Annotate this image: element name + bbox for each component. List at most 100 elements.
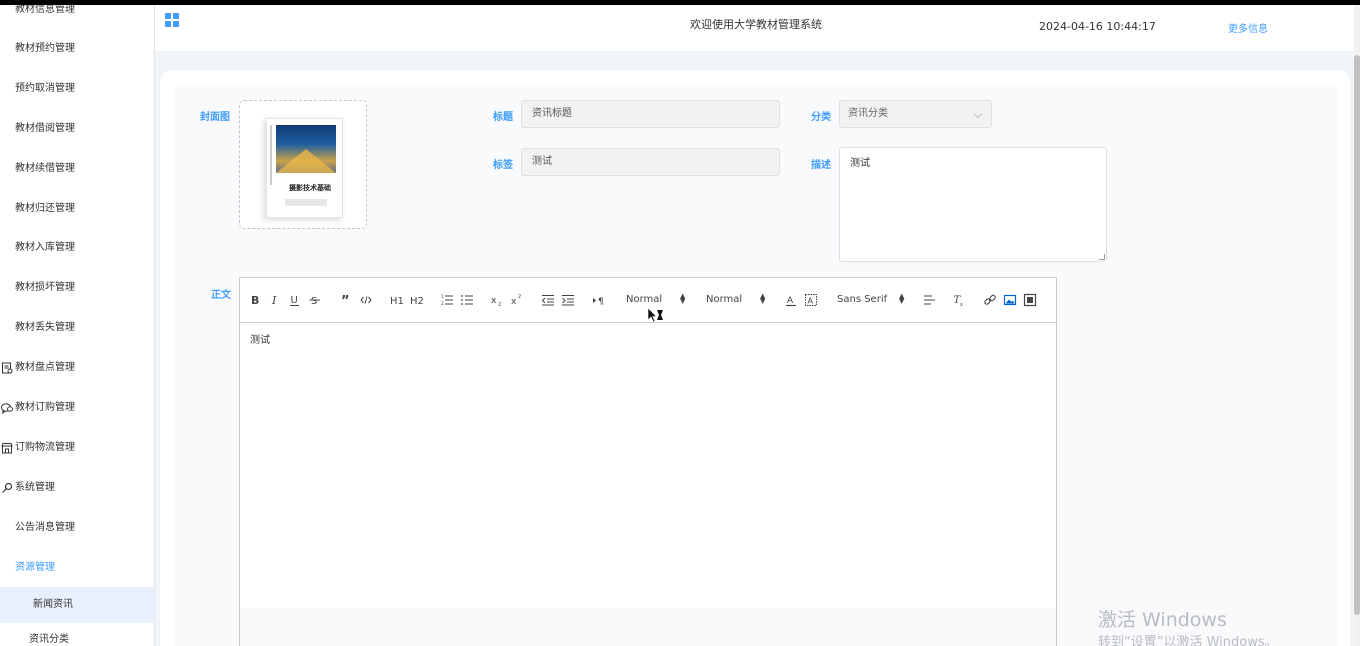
svg-text:H1: H1	[390, 296, 403, 307]
rich-text-editor: B I U S ” H1 H2 12 x2 x2 ¶ Normal ▲ ▼ Nor…	[239, 277, 1057, 646]
sidebar-item-textbook-reservation[interactable]: 教材预约管理	[0, 31, 154, 67]
sidebar-item-news[interactable]: 新闻资讯	[0, 587, 154, 623]
page-scrollbar[interactable]	[1354, 5, 1360, 646]
svg-text:A: A	[808, 297, 814, 306]
sidebar-item-system[interactable]: 系统管理	[0, 470, 154, 506]
subscript-icon[interactable]: x2	[490, 293, 504, 307]
sidebar-item-news-category[interactable]: 资讯分类	[0, 622, 154, 646]
bold-icon[interactable]: B	[248, 293, 262, 307]
sidebar-item-label: 教材订购管理	[15, 402, 75, 413]
sidebar-item-label: 教材续借管理	[15, 163, 75, 174]
key-icon	[2, 482, 13, 493]
background-color-icon[interactable]: A	[804, 293, 818, 307]
sidebar-item-label: 新闻资讯	[33, 599, 73, 610]
video-icon[interactable]	[1023, 293, 1037, 307]
editor-content[interactable]: 测试	[250, 331, 270, 346]
image-icon[interactable]	[1003, 293, 1017, 307]
select-arrows-icon: ▲ ▼	[680, 292, 686, 305]
text-direction-icon[interactable]: ¶	[592, 293, 606, 307]
font-size-value: Normal	[706, 294, 743, 305]
sidebar-item-label: 订购物流管理	[15, 442, 75, 453]
header-format-select[interactable]: Normal ▲ ▼	[626, 292, 688, 306]
sidebar: 教材信息管理 教材预约管理 预约取消管理 教材借阅管理 教材续借管理 教材归还管…	[0, 5, 155, 646]
description-textarea[interactable]: 测试	[839, 147, 1107, 262]
book-publisher-bar	[285, 199, 327, 206]
header-format-value: Normal	[626, 294, 663, 305]
italic-icon[interactable]: I	[268, 293, 282, 307]
body-label: 正文	[211, 290, 231, 301]
svg-text:x: x	[511, 297, 517, 307]
sidebar-item-announcements[interactable]: 公告消息管理	[0, 510, 154, 546]
resize-grip[interactable]	[1099, 254, 1105, 260]
more-info-link[interactable]: 更多信息	[1228, 20, 1268, 35]
editor-overlay-area	[240, 608, 1056, 646]
heading-2-icon[interactable]: H2	[409, 293, 423, 307]
description-text: 测试	[850, 158, 870, 169]
grid-menu-icon[interactable]	[165, 13, 180, 28]
svg-text:”: ”	[341, 294, 350, 307]
book-spine	[270, 125, 272, 185]
bullet-list-icon[interactable]	[460, 293, 474, 307]
category-select[interactable]: 资讯分类	[839, 100, 992, 128]
chat-icon	[1, 403, 13, 414]
align-icon[interactable]	[922, 293, 936, 307]
sidebar-item-textbook-stock-in[interactable]: 教材入库管理	[0, 230, 154, 266]
mountain-shape	[276, 149, 336, 173]
svg-text:A: A	[787, 296, 794, 306]
store-icon	[1, 443, 13, 454]
mouse-cursor-icon	[647, 307, 663, 323]
clipboard-icon	[2, 362, 13, 374]
tags-label: 标签	[493, 160, 513, 171]
sidebar-item-label: 教材盘点管理	[15, 362, 75, 373]
heading-1-icon[interactable]: H1	[389, 293, 403, 307]
sidebar-item-reservation-cancel[interactable]: 预约取消管理	[0, 71, 154, 107]
sidebar-item-label: 教材信息管理	[15, 5, 75, 15]
code-block-icon[interactable]	[359, 293, 373, 307]
sidebar-item-textbook-borrow[interactable]: 教材借阅管理	[0, 111, 154, 147]
indent-icon[interactable]	[561, 293, 575, 307]
link-icon[interactable]	[983, 293, 997, 307]
sidebar-item-textbook-info[interactable]: 教材信息管理	[0, 5, 154, 28]
sidebar-item-label: 资源管理	[15, 562, 55, 573]
chevron-down-icon	[973, 109, 983, 119]
svg-text:B: B	[251, 294, 259, 307]
svg-text:¶: ¶	[598, 297, 604, 307]
sidebar-item-label: 教材借阅管理	[15, 123, 75, 134]
outdent-icon[interactable]	[541, 293, 555, 307]
font-size-select[interactable]: Normal ▲ ▼	[706, 293, 768, 306]
svg-text:2: 2	[518, 294, 521, 300]
description-label: 描述	[811, 160, 831, 171]
sidebar-item-textbook-return[interactable]: 教材归还管理	[0, 191, 154, 227]
svg-text:S: S	[311, 296, 317, 307]
svg-text:2: 2	[441, 301, 444, 307]
windows-activation-hint: 转到“设置”以激活 Windows。	[1098, 635, 1278, 646]
title-input[interactable]: 资讯标题	[521, 100, 780, 128]
svg-text:U: U	[291, 295, 298, 306]
current-datetime: 2024-04-16 10:44:17	[1039, 20, 1156, 33]
sidebar-item-label: 教材丢失管理	[15, 322, 75, 333]
clear-format-icon[interactable]: Tx	[952, 293, 966, 307]
font-family-select[interactable]: Sans Serif ▲ ▼	[837, 293, 907, 306]
category-select-value: 资讯分类	[848, 108, 888, 119]
ordered-list-icon[interactable]: 12	[440, 293, 454, 307]
font-family-value: Sans Serif	[837, 294, 888, 305]
svg-text:H2: H2	[410, 296, 423, 307]
sidebar-item-order-logistics[interactable]: 订购物流管理	[0, 430, 154, 466]
sidebar-item-textbook-lost[interactable]: 教材丢失管理	[0, 310, 154, 346]
title-label: 标题	[493, 112, 513, 123]
sidebar-item-resources[interactable]: 资源管理	[0, 550, 154, 586]
font-color-icon[interactable]: A	[784, 293, 798, 307]
blockquote-icon[interactable]: ”	[339, 293, 353, 307]
svg-text:x: x	[960, 302, 963, 307]
sidebar-item-textbook-inventory[interactable]: 教材盘点管理	[0, 350, 154, 386]
strikethrough-icon[interactable]: S	[308, 293, 322, 307]
underline-icon[interactable]: U	[288, 293, 302, 307]
svg-text:I: I	[271, 294, 277, 307]
sidebar-item-textbook-damage[interactable]: 教材损坏管理	[0, 270, 154, 306]
scrollbar-thumb[interactable]	[1354, 55, 1360, 615]
sidebar-item-textbook-renew[interactable]: 教材续借管理	[0, 151, 154, 187]
tags-input[interactable]: 测试	[521, 148, 780, 176]
superscript-icon[interactable]: x2	[510, 293, 524, 307]
windows-activation-title: 激活 Windows	[1098, 609, 1227, 631]
sidebar-item-textbook-order[interactable]: 教材订购管理	[0, 390, 154, 426]
